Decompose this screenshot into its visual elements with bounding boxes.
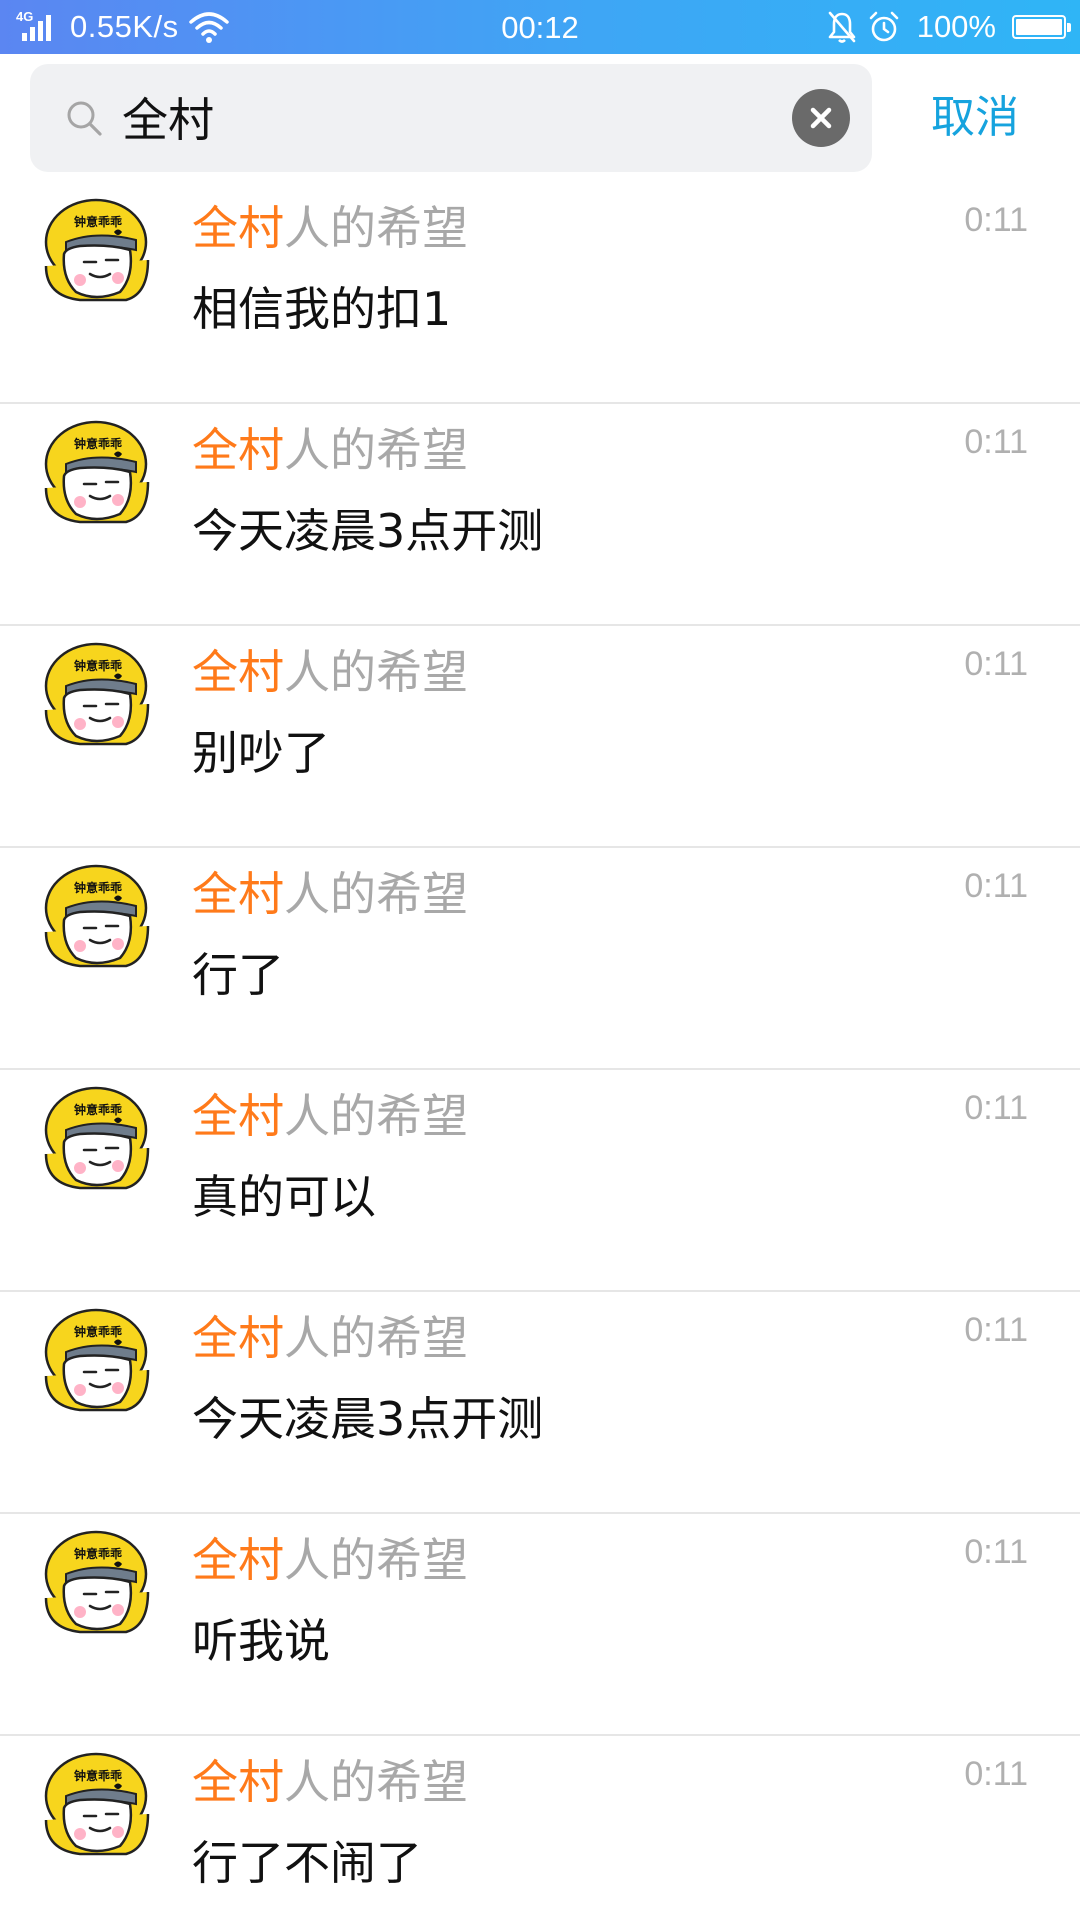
result-message: 今天凌晨3点开测 [192,1392,544,1446]
avatar-helmet-text: 钟意乖乖 [74,1324,122,1339]
result-title-highlight: 全村 [192,1533,284,1587]
avatar: 钟意乖乖 [44,420,150,524]
avatar: 钟意乖乖 [44,1530,150,1634]
avatar-helmet-text: 钟意乖乖 [74,1768,122,1783]
battery-percentage: 100% [916,9,996,44]
result-title-highlight: 全村 [192,1089,284,1143]
signal-icon: 4G [14,7,56,47]
search-result-item[interactable]: 钟意乖乖 全村人的希望 0:11 今天凌晨3点开测 [0,404,1080,626]
result-message: 真的可以 [192,1170,376,1224]
avatar-helmet-text: 钟意乖乖 [74,214,122,229]
result-time: 0:11 [964,1089,1028,1127]
result-time: 0:11 [964,1311,1028,1349]
result-title-rest: 人的希望 [284,1533,468,1587]
result-title: 全村人的希望 [192,1086,468,1146]
search-result-item[interactable]: 钟意乖乖 全村人的希望 0:11 相信我的扣1 [0,182,1080,404]
avatar: 钟意乖乖 [44,1086,150,1190]
status-bar-right: 100% [827,0,1071,54]
search-result-item[interactable]: 钟意乖乖 全村人的希望 0:11 行了 [0,848,1080,1070]
avatar-helmet-text: 钟意乖乖 [74,436,122,451]
cancel-button[interactable]: 取消 [920,54,1030,182]
close-icon [810,107,832,129]
result-title: 全村人的希望 [192,420,468,480]
result-title: 全村人的希望 [192,864,468,924]
result-title: 全村人的希望 [192,642,468,702]
result-time: 0:11 [964,1755,1028,1793]
result-title: 全村人的希望 [192,1308,468,1368]
search-result-item[interactable]: 钟意乖乖 全村人的希望 0:11 今天凌晨3点开测 [0,1292,1080,1514]
result-title-highlight: 全村 [192,867,284,921]
avatar: 钟意乖乖 [44,1308,150,1412]
avatar: 钟意乖乖 [44,642,150,746]
search-results-list: 钟意乖乖 全村人的希望 0:11 相信我的扣1 钟意乖乖 全村人的希望 0:11 今天凌… [0,182,1080,1920]
notifications-off-icon [828,11,856,43]
result-title: 全村人的希望 [192,1530,468,1590]
result-title-rest: 人的希望 [284,645,468,699]
result-title-highlight: 全村 [192,201,284,255]
result-title-rest: 人的希望 [284,1089,468,1143]
result-title-rest: 人的希望 [284,867,468,921]
result-title-highlight: 全村 [192,1311,284,1365]
search-header: 取消 [0,54,1080,182]
result-title-highlight: 全村 [192,1755,284,1809]
result-time: 0:11 [964,423,1028,461]
result-title-rest: 人的希望 [284,1755,468,1809]
avatar: 钟意乖乖 [44,1752,150,1856]
search-box[interactable] [30,64,872,172]
result-title-highlight: 全村 [192,423,284,477]
search-result-item[interactable]: 钟意乖乖 全村人的希望 0:11 别吵了 [0,626,1080,848]
result-message: 行了不闹了 [192,1836,422,1890]
result-message: 别吵了 [192,726,330,780]
result-title: 全村人的希望 [192,1752,468,1812]
result-time: 0:11 [964,201,1028,239]
avatar-helmet-text: 钟意乖乖 [74,880,122,895]
avatar-helmet-text: 钟意乖乖 [74,1546,122,1561]
result-title: 全村人的希望 [192,198,468,258]
avatar-helmet-text: 钟意乖乖 [74,1102,122,1117]
result-message: 今天凌晨3点开测 [192,504,544,558]
result-time: 0:11 [964,1533,1028,1571]
search-result-item[interactable]: 钟意乖乖 全村人的希望 0:11 听我说 [0,1514,1080,1736]
avatar: 钟意乖乖 [44,864,150,968]
result-title-rest: 人的希望 [284,423,468,477]
result-title-highlight: 全村 [192,645,284,699]
status-bar-left: 4G 0.55K/s [14,0,229,54]
result-message: 听我说 [192,1614,330,1668]
clear-search-button[interactable] [792,89,850,147]
search-icon [67,101,102,136]
result-time: 0:11 [964,867,1028,905]
search-result-item[interactable]: 钟意乖乖 全村人的希望 0:11 真的可以 [0,1070,1080,1292]
search-result-item[interactable]: 钟意乖乖 全村人的希望 0:11 行了不闹了 [0,1736,1080,1920]
network-speed: 0.55K/s [70,9,179,44]
battery-icon [1012,15,1071,39]
result-title-rest: 人的希望 [284,1311,468,1365]
avatar: 钟意乖乖 [44,198,150,302]
search-input[interactable] [122,82,782,152]
result-message: 相信我的扣1 [192,282,452,336]
result-time: 0:11 [964,645,1028,683]
result-title-rest: 人的希望 [284,201,468,255]
alarm-icon [869,11,899,42]
status-bar: 4G 0.55K/s 00:12 100% [0,0,1080,54]
avatar-helmet-text: 钟意乖乖 [74,658,122,673]
wifi-icon [188,12,229,43]
result-message: 行了 [192,948,284,1002]
